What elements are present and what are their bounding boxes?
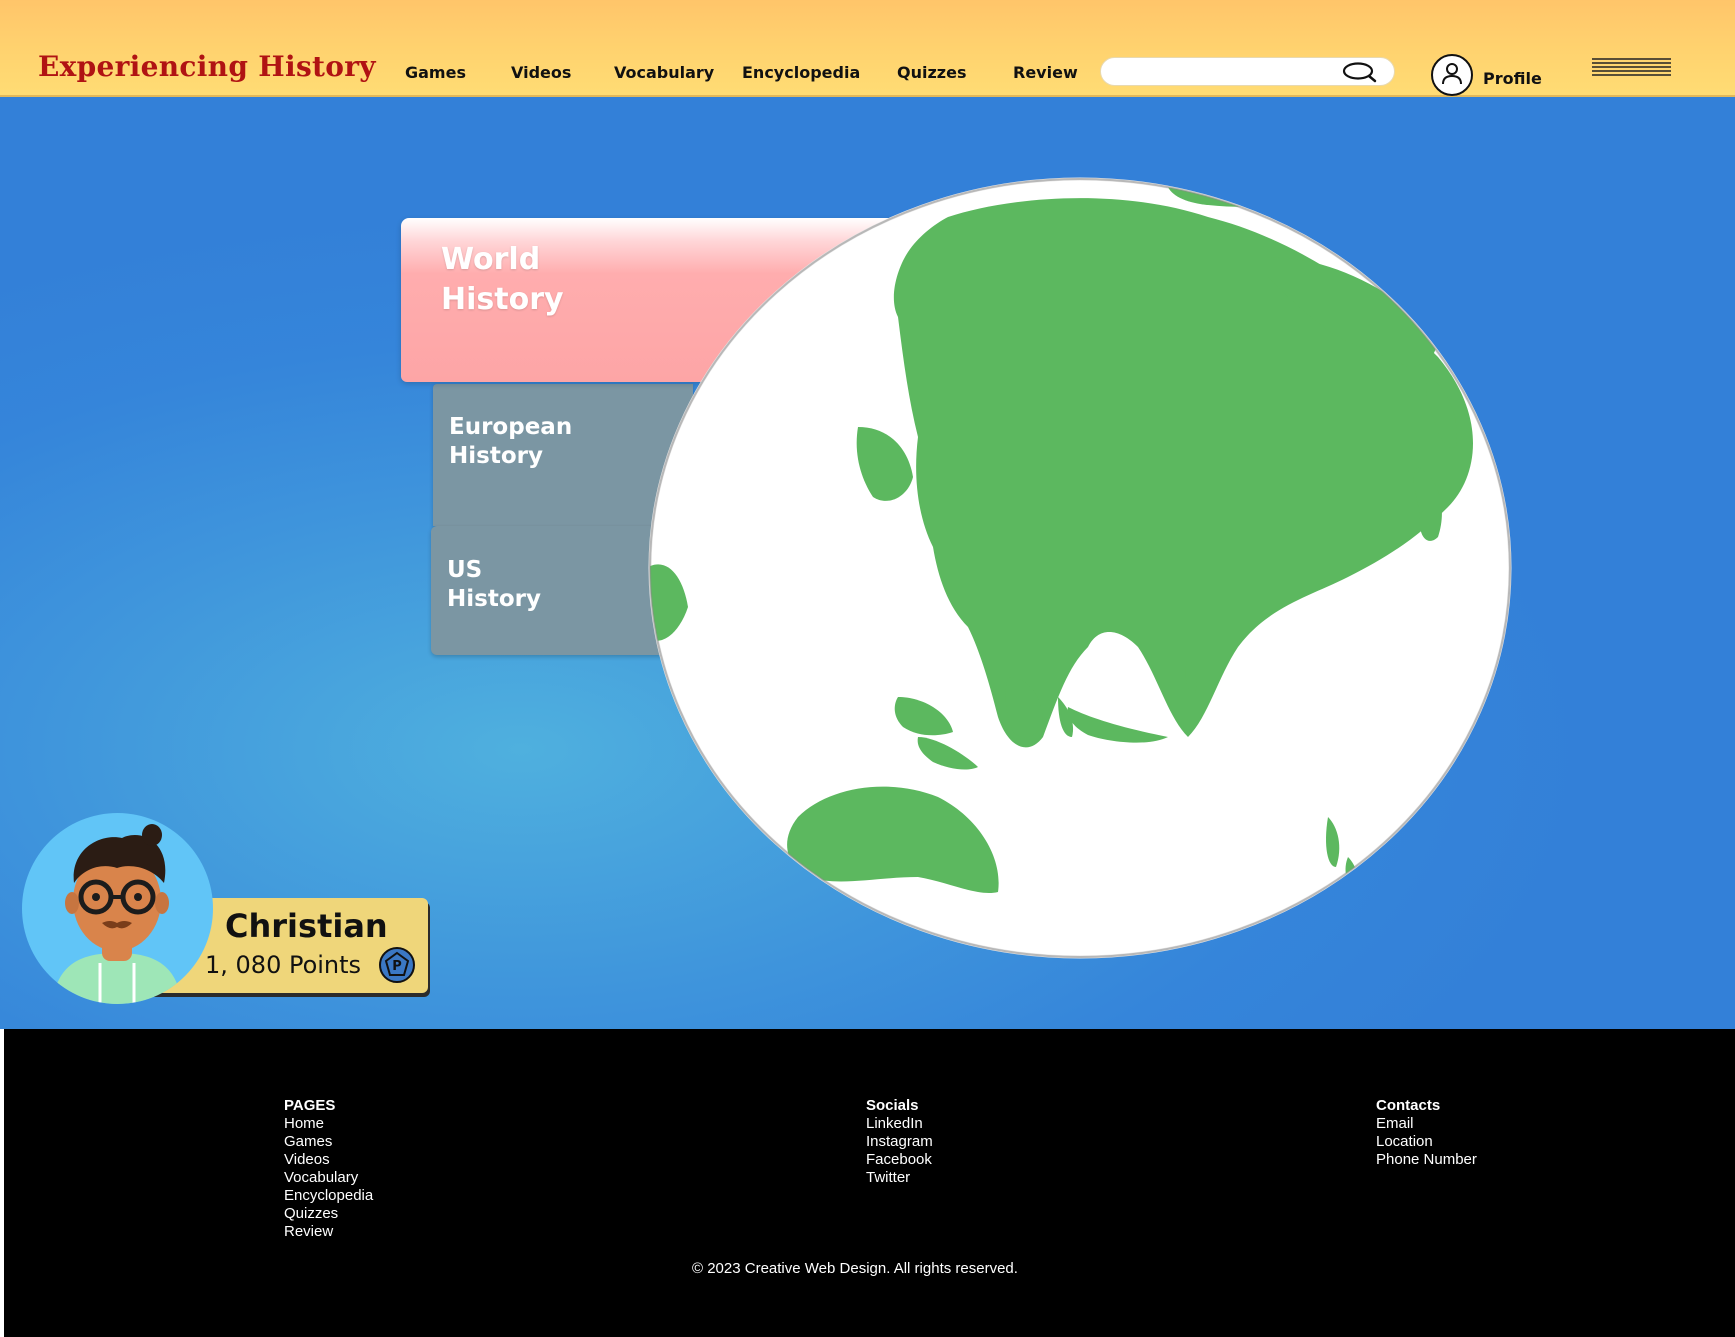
footer-link-instagram[interactable]: Instagram <box>866 1133 933 1151</box>
search-input[interactable] <box>1100 57 1395 86</box>
footer: PAGES Home Games Videos Vocabulary Encyc… <box>4 1029 1735 1337</box>
footer-link-home[interactable]: Home <box>284 1115 373 1133</box>
hero-section: European History US History World Histor… <box>0 97 1735 1029</box>
tab-label-line: History <box>449 443 543 469</box>
badge-letter: P <box>392 959 402 974</box>
user-name: Christian <box>225 907 388 945</box>
footer-link-facebook[interactable]: Facebook <box>866 1151 933 1169</box>
tab-label: European History <box>449 413 572 471</box>
points-badge-icon: P <box>379 947 415 983</box>
footer-pages: PAGES Home Games Videos Vocabulary Encyc… <box>284 1097 373 1241</box>
top-nav-bar: Experiencing History Games Videos Vocabu… <box>0 0 1735 97</box>
user-icon[interactable] <box>1431 54 1473 96</box>
footer-contacts: Contacts Email Location Phone Number <box>1376 1097 1477 1169</box>
profile-link[interactable]: Profile <box>1483 69 1542 88</box>
tab-label-line: European <box>449 414 573 440</box>
site-logo[interactable]: Experiencing History <box>38 50 376 83</box>
user-glyph-icon <box>1442 63 1462 85</box>
footer-link-email[interactable]: Email <box>1376 1115 1477 1133</box>
footer-contacts-title: Contacts <box>1376 1097 1441 1114</box>
footer-link-twitter[interactable]: Twitter <box>866 1169 933 1187</box>
copyright-text: © 2023 Creative Web Design. All rights r… <box>692 1260 1018 1277</box>
avatar[interactable] <box>22 813 213 1004</box>
footer-socials: Socials LinkedIn Instagram Facebook Twit… <box>866 1097 933 1187</box>
nav-vocabulary[interactable]: Vocabulary <box>614 63 714 82</box>
footer-link-review[interactable]: Review <box>284 1223 373 1241</box>
footer-link-videos[interactable]: Videos <box>284 1151 373 1169</box>
tab-label-line: US <box>447 557 483 583</box>
nav-games[interactable]: Games <box>405 63 466 82</box>
search-icon[interactable] <box>1342 61 1378 83</box>
nav-quizzes[interactable]: Quizzes <box>897 63 966 82</box>
tab-label-line: History <box>447 586 541 612</box>
footer-link-linkedin[interactable]: LinkedIn <box>866 1115 933 1133</box>
nav-review[interactable]: Review <box>1013 63 1078 82</box>
tab-label: US History <box>447 556 541 614</box>
nav-encyclopedia[interactable]: Encyclopedia <box>742 63 860 82</box>
user-points: 1, 080 Points <box>205 951 362 979</box>
hamburger-icon[interactable] <box>1592 57 1671 79</box>
footer-link-encyclopedia[interactable]: Encyclopedia <box>284 1187 373 1205</box>
nav-videos[interactable]: Videos <box>511 63 571 82</box>
footer-pages-title: PAGES <box>284 1097 336 1114</box>
avatar-illustration-icon <box>52 824 182 1004</box>
footer-link-games[interactable]: Games <box>284 1133 373 1151</box>
footer-link-location[interactable]: Location <box>1376 1133 1477 1151</box>
world-globe[interactable] <box>648 177 1512 960</box>
footer-link-quizzes[interactable]: Quizzes <box>284 1205 373 1223</box>
footer-link-phone[interactable]: Phone Number <box>1376 1151 1477 1169</box>
footer-link-vocabulary[interactable]: Vocabulary <box>284 1169 373 1187</box>
footer-socials-title: Socials <box>866 1097 919 1114</box>
tab-label-line: World <box>441 242 541 277</box>
tab-label: World History <box>441 240 564 320</box>
tab-label-line: History <box>441 282 564 317</box>
